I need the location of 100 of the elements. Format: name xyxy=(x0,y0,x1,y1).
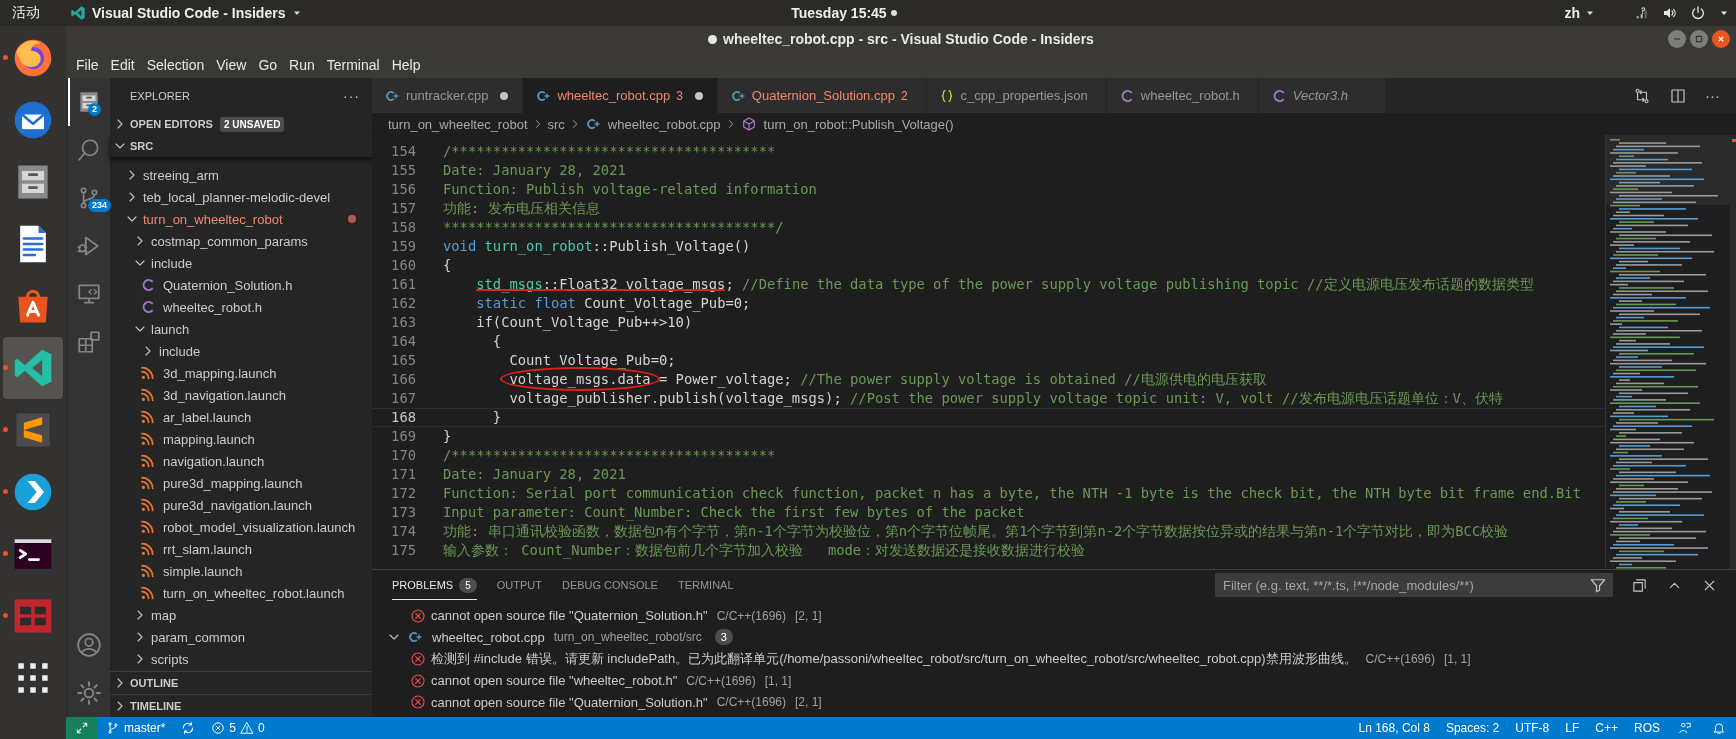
minimap-drawing[interactable] xyxy=(1606,135,1736,569)
menu-item[interactable]: File xyxy=(70,57,105,73)
tree-item[interactable]: streeing_arm xyxy=(143,167,219,183)
panel-tab[interactable]: PROBLEMS 5 xyxy=(392,570,477,600)
breadcrumb-item[interactable]: turn_on_robot::Publish_Voltage() xyxy=(763,116,954,132)
activity-button[interactable]: 2 xyxy=(68,78,110,126)
line-number: 175 xyxy=(390,541,416,560)
code-line: void turn_on_robot::Publish_Voltage() xyxy=(443,237,751,256)
tree-item[interactable]: robot_model_visualization.launch xyxy=(163,519,356,535)
tree-item[interactable]: scripts xyxy=(151,651,189,667)
tree-item[interactable]: wheeltec_robot.h xyxy=(163,299,262,315)
close-button[interactable] xyxy=(1712,30,1730,48)
problem-file[interactable]: wheeltec_robot.cpp xyxy=(432,629,545,645)
problem-source: C/C++(1696) xyxy=(716,695,786,710)
clock[interactable]: Tuesday 15:45 xyxy=(791,5,887,21)
status-item[interactable]: C++ xyxy=(1587,717,1626,739)
activities-button[interactable]: 活动 xyxy=(12,4,40,22)
filter-icon[interactable] xyxy=(1589,576,1607,594)
input-method-menu[interactable]: zh xyxy=(1564,5,1596,21)
menu-item[interactable]: Terminal xyxy=(320,57,386,73)
feed-icon xyxy=(140,497,156,513)
tree-item[interactable]: pure3d_mapping.launch xyxy=(163,475,303,491)
tree-item[interactable]: pure3d_navigation.launch xyxy=(163,497,312,513)
panel-tab[interactable]: TERMINAL xyxy=(677,570,734,600)
c-file-icon xyxy=(140,299,156,315)
menu-item[interactable]: Run xyxy=(283,57,321,73)
collapse-all-icon[interactable] xyxy=(1631,576,1648,594)
tree-item[interactable]: param_common xyxy=(151,629,245,645)
breadcrumb-item[interactable]: turn_on_wheeltec_robot xyxy=(388,116,528,132)
remote-explorer-icon[interactable] xyxy=(76,281,102,307)
feed-icon xyxy=(140,475,156,491)
src-folder-header[interactable]: SRC xyxy=(110,135,372,157)
tree-item[interactable]: map xyxy=(151,607,177,623)
line-number: 158 xyxy=(390,218,416,237)
sync-icon[interactable] xyxy=(181,721,196,735)
tree-item[interactable]: 3d_navigation.launch xyxy=(163,387,286,403)
tree-item[interactable]: costmap_common_params xyxy=(151,233,308,249)
line-number: 170 xyxy=(390,446,416,465)
error-icon xyxy=(211,721,226,735)
panel-tab[interactable]: OUTPUT xyxy=(496,570,542,600)
more-actions-button[interactable]: ··· xyxy=(1705,87,1720,104)
editor-tab[interactable]: runtracker.cpp xyxy=(372,78,524,113)
settings-icon[interactable] xyxy=(76,680,102,706)
tree-item[interactable]: simple.launch xyxy=(163,563,243,579)
power-icon[interactable] xyxy=(1690,5,1706,21)
extensions-icon[interactable] xyxy=(76,329,102,355)
menu-item[interactable]: Help xyxy=(385,57,427,73)
feedback-icon[interactable] xyxy=(1678,721,1692,735)
problems-button[interactable]: 5 0 xyxy=(203,717,273,739)
editor-tab[interactable]: wheeltec_robot.h xyxy=(1106,78,1259,113)
panel-tab[interactable]: DEBUG CONSOLE xyxy=(561,570,658,600)
problem-message[interactable]: cannot open source file "wheeltec_robot.h" xyxy=(431,673,678,689)
tree-item[interactable]: Quaternion_Solution.h xyxy=(163,277,293,293)
editor-tab[interactable]: c_cpp_properties.json xyxy=(926,78,1107,113)
menu-item[interactable]: View xyxy=(210,57,253,73)
problem-message[interactable]: cannot open source file "Quaternion_Solution.h" xyxy=(431,694,708,710)
tree-item[interactable]: mapping.launch xyxy=(163,431,255,447)
tree-item[interactable]: rrt_slam.launch xyxy=(163,541,252,557)
tree-item[interactable]: include xyxy=(159,343,201,359)
bell-icon[interactable] xyxy=(1712,721,1726,735)
status-item[interactable]: Ln 168, Col 8 xyxy=(1350,717,1438,739)
tree-item[interactable]: turn_on_wheeltec_robot xyxy=(143,211,283,227)
activity-button[interactable]: 234 xyxy=(68,174,110,222)
status-item[interactable]: Spaces: 2 xyxy=(1437,717,1508,739)
breadcrumb-item[interactable]: src xyxy=(547,116,565,132)
minimize-button[interactable] xyxy=(1668,30,1686,48)
editor-tab[interactable]: Quaternion_Solution.cpp 2 xyxy=(717,78,927,113)
tree-item[interactable]: turn_on_wheeltec_robot.launch xyxy=(163,585,345,601)
tree-item[interactable]: 3d_mapping.launch xyxy=(163,365,277,381)
tree-item[interactable]: ar_label.launch xyxy=(163,409,252,425)
status-item[interactable]: UTF-8 xyxy=(1507,717,1558,739)
filter-field[interactable]: Filter (e.g. text, **/*.ts, !**/node_modules/**) xyxy=(1215,573,1613,597)
open-editors-header[interactable]: OPEN EDITORS 2 UNSAVED xyxy=(110,113,372,135)
menu-item[interactable]: Selection xyxy=(140,57,211,73)
app-menu[interactable]: Visual Studio Code - Insiders xyxy=(70,5,304,21)
problem-message[interactable]: cannot open source file "Quaternion_Solution.h" xyxy=(431,608,708,624)
error-icon xyxy=(410,607,426,624)
menu-item[interactable]: Edit xyxy=(104,57,141,73)
outline-header[interactable]: OUTLINE xyxy=(110,671,372,694)
branch-button[interactable]: master* xyxy=(98,717,174,739)
tree-item[interactable]: teb_local_planner-melodic-devel xyxy=(143,189,331,205)
warning-icon xyxy=(240,721,255,735)
problem-message[interactable]: 检测到 #include 错误。请更新 includePath。已为此翻译单元(/home/passoni/wheeltec_robot/src/turn_on_wheeltec_robot/src/wheeltec_robot.cpp)禁用波形曲线。 xyxy=(431,650,1357,668)
status-item[interactable]: LF xyxy=(1557,717,1588,739)
tree-item[interactable]: launch xyxy=(151,321,190,337)
feed-icon xyxy=(140,453,156,469)
editor-tab[interactable]: Vector3.h xyxy=(1258,78,1386,113)
menu-item[interactable]: Go xyxy=(252,57,284,73)
more-actions-button[interactable]: ··· xyxy=(343,87,360,104)
compare-icon[interactable] xyxy=(1633,86,1651,105)
network-icon[interactable] xyxy=(1634,5,1650,21)
split-editor-icon[interactable] xyxy=(1669,86,1687,105)
account-icon[interactable] xyxy=(76,632,102,658)
editor-tab[interactable]: wheeltec_robot.cpp 3 xyxy=(523,78,718,113)
breadcrumb-item[interactable]: wheeltec_robot.cpp xyxy=(607,116,721,132)
error-icon xyxy=(410,672,426,689)
status-item[interactable]: ROS xyxy=(1626,717,1668,739)
tree-item[interactable]: navigation.launch xyxy=(163,453,265,469)
tree-item[interactable]: include xyxy=(151,255,193,271)
remote-button[interactable] xyxy=(66,717,98,739)
